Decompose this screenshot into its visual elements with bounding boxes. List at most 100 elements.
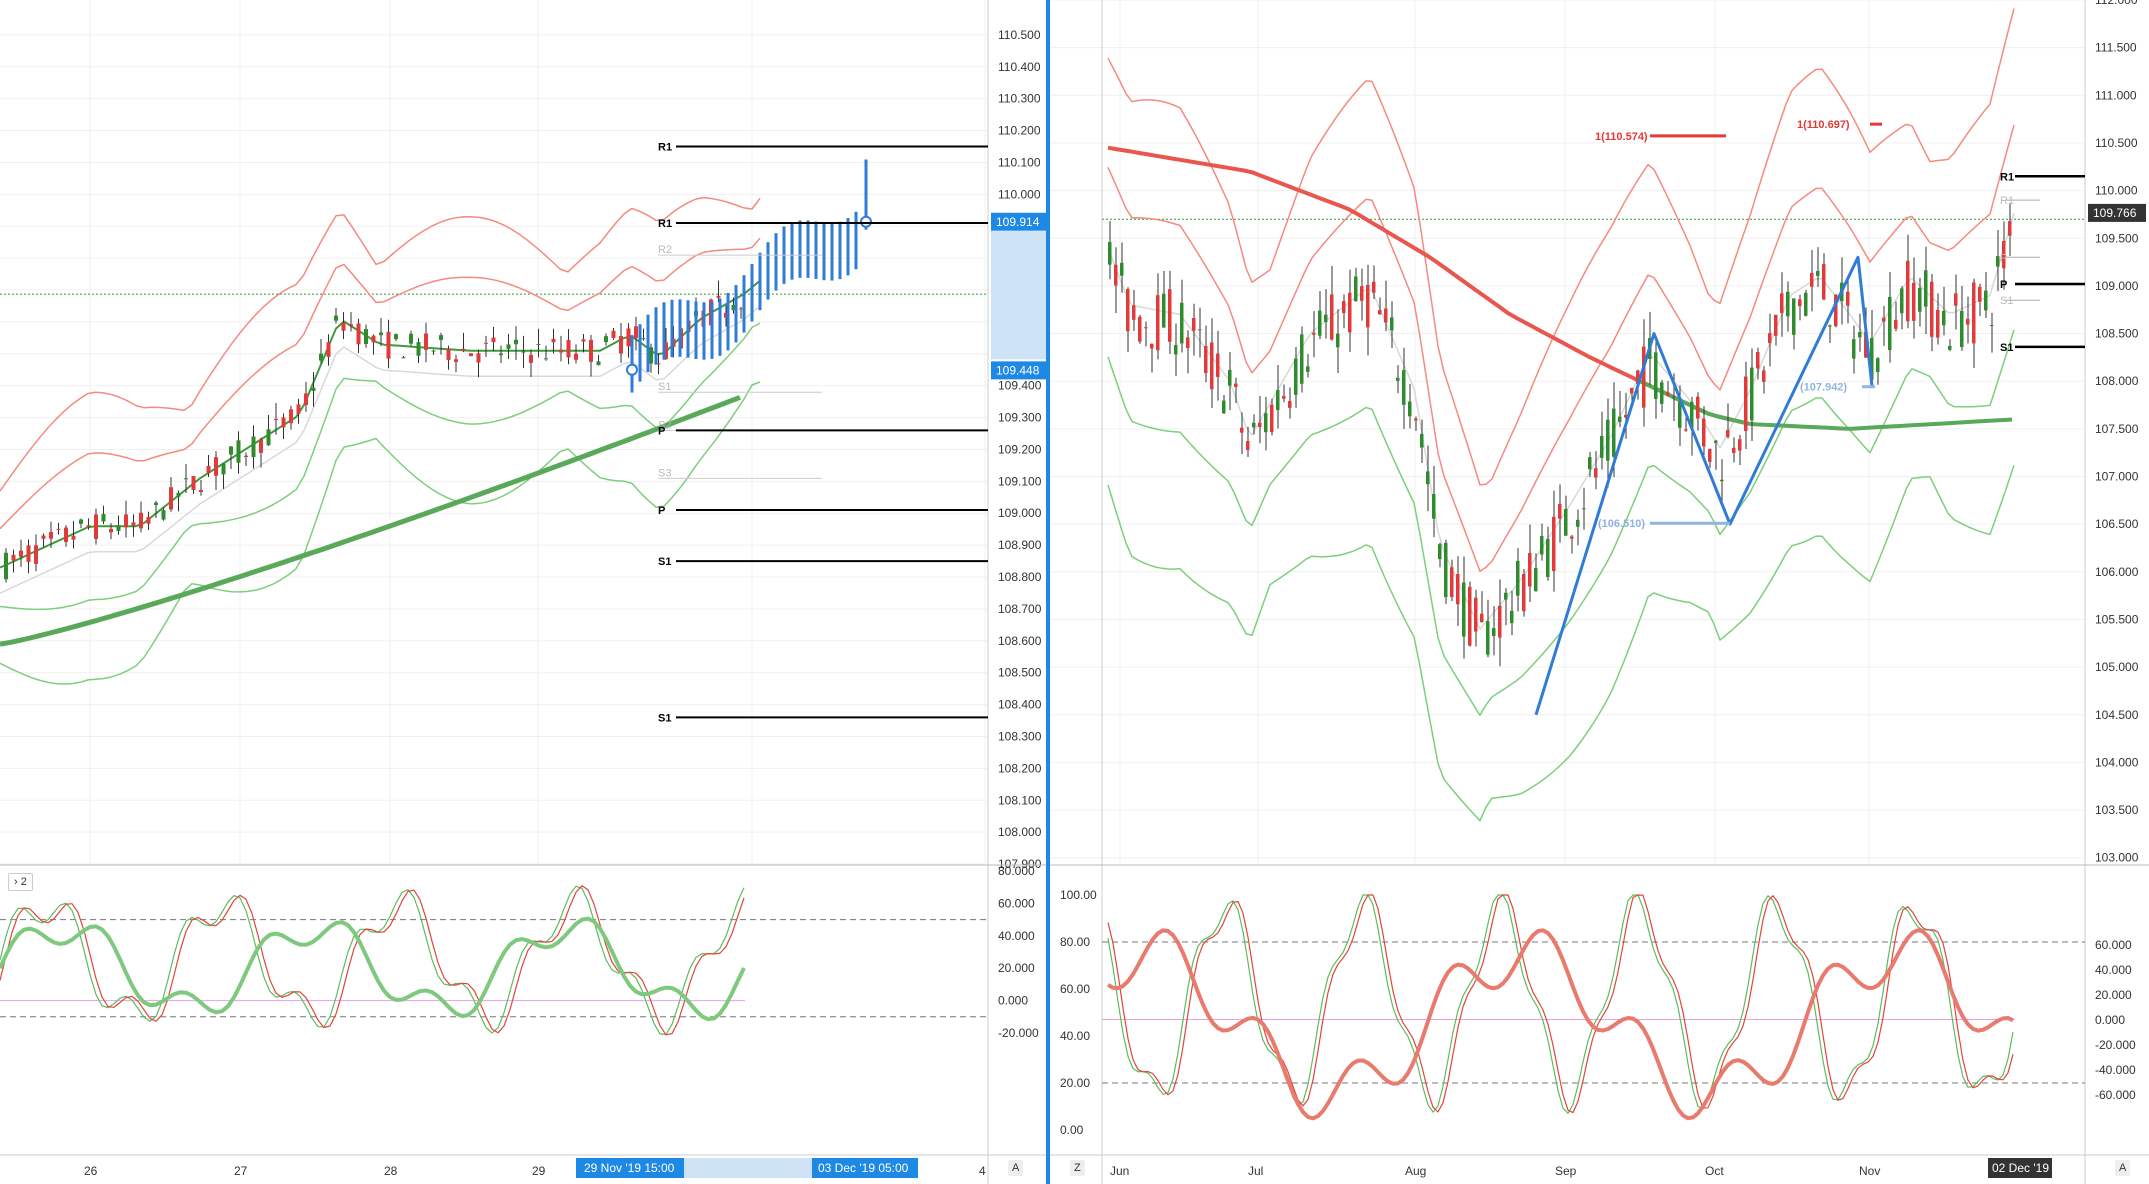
osc-tick-label: -20.000 (998, 1026, 1039, 1040)
price-tick-label: 108.500 (998, 666, 1042, 680)
candle-body (334, 315, 338, 321)
auto-scale-button-right[interactable]: A (2115, 1160, 2131, 1176)
candle-body (1756, 351, 1760, 369)
auto-scale-button[interactable]: A (1008, 1160, 1024, 1176)
candle-body (1888, 296, 1892, 351)
candle-body (1618, 416, 1622, 422)
price-trend-line (0, 279, 761, 569)
candle-body (1642, 346, 1646, 408)
price-tick-label: 111.500 (2095, 41, 2137, 55)
price-tick-label: 105.500 (2095, 612, 2139, 626)
candle-body (566, 340, 571, 358)
time-tick-label: 4 (979, 1164, 986, 1178)
candle-body (1264, 413, 1268, 433)
candle-body (1978, 286, 1982, 302)
zoom-button[interactable]: Z (1070, 1160, 1085, 1176)
candle-body (161, 510, 166, 520)
candle-body (319, 353, 323, 361)
candle-body (1726, 430, 1730, 437)
candle-body (1330, 294, 1334, 340)
candle-body (1792, 298, 1796, 335)
candle-body (1234, 383, 1238, 387)
price-tick-label: 110.300 (998, 92, 1041, 106)
crosshair-time-label: 29 Nov '19 15:00 (584, 1161, 675, 1175)
candle-body (304, 393, 308, 405)
right-chart-pane[interactable]: 112.000 111.500 111.000 110.500 110.000 109.5… (1050, 0, 2149, 1184)
candle-body (1798, 299, 1802, 307)
candle-body (1900, 288, 1904, 314)
collapse-indicator-button[interactable]: › 2 (8, 873, 33, 891)
candle-body (739, 308, 743, 310)
osc-left-tick-label: 80.00 (1060, 935, 1090, 949)
time-tick-label: Nov (1859, 1164, 1880, 1178)
candle-body (491, 337, 496, 343)
candle-body (49, 532, 53, 539)
candle-body (191, 476, 196, 490)
candle-body (266, 429, 271, 446)
daily-price-chart[interactable]: 112.000 111.500 111.000 110.500 110.000 109.5… (1050, 0, 2149, 1184)
candle-body (1198, 329, 1202, 331)
pivot-level-label: R1 (2000, 171, 2014, 183)
candle-body (1180, 302, 1184, 344)
candle-body (1588, 457, 1592, 470)
osc-slow-line (0, 885, 745, 1036)
pivot-level-label: R1 (658, 142, 672, 154)
candle-body (1420, 433, 1424, 448)
candle-body (1948, 345, 1952, 350)
candle-body (634, 326, 638, 338)
candle-body (379, 332, 383, 336)
candle-body (1582, 508, 1586, 510)
candle-body (1246, 441, 1250, 450)
price-tick-label: 109.200 (998, 442, 1042, 456)
candle-body (1786, 291, 1790, 317)
pivot-level-label: S1 (658, 712, 671, 724)
osc-fast-line (0, 885, 745, 1036)
time-tick-label: 27 (234, 1164, 248, 1178)
candle-body (1474, 597, 1478, 632)
candle-body (176, 492, 181, 497)
candle-body (326, 342, 331, 357)
candle-body (1918, 287, 1922, 312)
intraday-price-chart[interactable]: 110.500 110.400 110.300 110.200 110.100 110.0… (0, 0, 1046, 1184)
candle-body (1504, 592, 1508, 600)
candle-body (1450, 567, 1454, 598)
osc-left-tick-label: 100.00 (1060, 888, 1097, 902)
candle-body (1942, 310, 1946, 326)
candle-body (1858, 332, 1862, 338)
candle-body (1882, 317, 1886, 322)
candle-body (199, 489, 203, 493)
candle-body (206, 466, 211, 474)
lower-band-outer (0, 381, 761, 685)
candle-body (649, 347, 653, 364)
candle-body (1372, 281, 1376, 293)
candle-body (1390, 317, 1394, 331)
left-chart-pane[interactable]: 110.500 110.400 110.300 110.200 110.100 110.0… (0, 0, 1046, 1184)
candle-body (1804, 292, 1808, 316)
price-tick-label: 112.000 (2095, 0, 2138, 7)
candle-body (1144, 327, 1148, 329)
price-tick-label: 108.200 (998, 761, 1042, 775)
candle-body (1558, 503, 1562, 519)
candle-body (1492, 628, 1496, 637)
candle-body (1282, 395, 1286, 399)
candle-body (1156, 295, 1160, 351)
osc-momentum-line (0, 916, 746, 1022)
faint-pivot-label: P (2000, 252, 2007, 264)
crosshair-point (626, 363, 638, 376)
price-tick-label: 110.000 (998, 187, 1041, 201)
candle-body (1138, 316, 1142, 342)
candle-body (1408, 401, 1412, 417)
candle-body (529, 354, 533, 363)
faint-pivot-label: S1 (658, 381, 671, 393)
candle-body (1402, 370, 1406, 405)
candle-body (94, 514, 98, 539)
candle-body (386, 331, 391, 359)
candle-body (1966, 318, 1970, 325)
candle-body (26, 545, 31, 562)
candle-body (1696, 396, 1700, 419)
candle-body (229, 446, 233, 455)
time-tick-label: Jul (1248, 1164, 1263, 1178)
candle-body (1222, 400, 1226, 414)
candle-body (1822, 263, 1826, 300)
price-tick-label: 110.500 (998, 28, 1041, 42)
